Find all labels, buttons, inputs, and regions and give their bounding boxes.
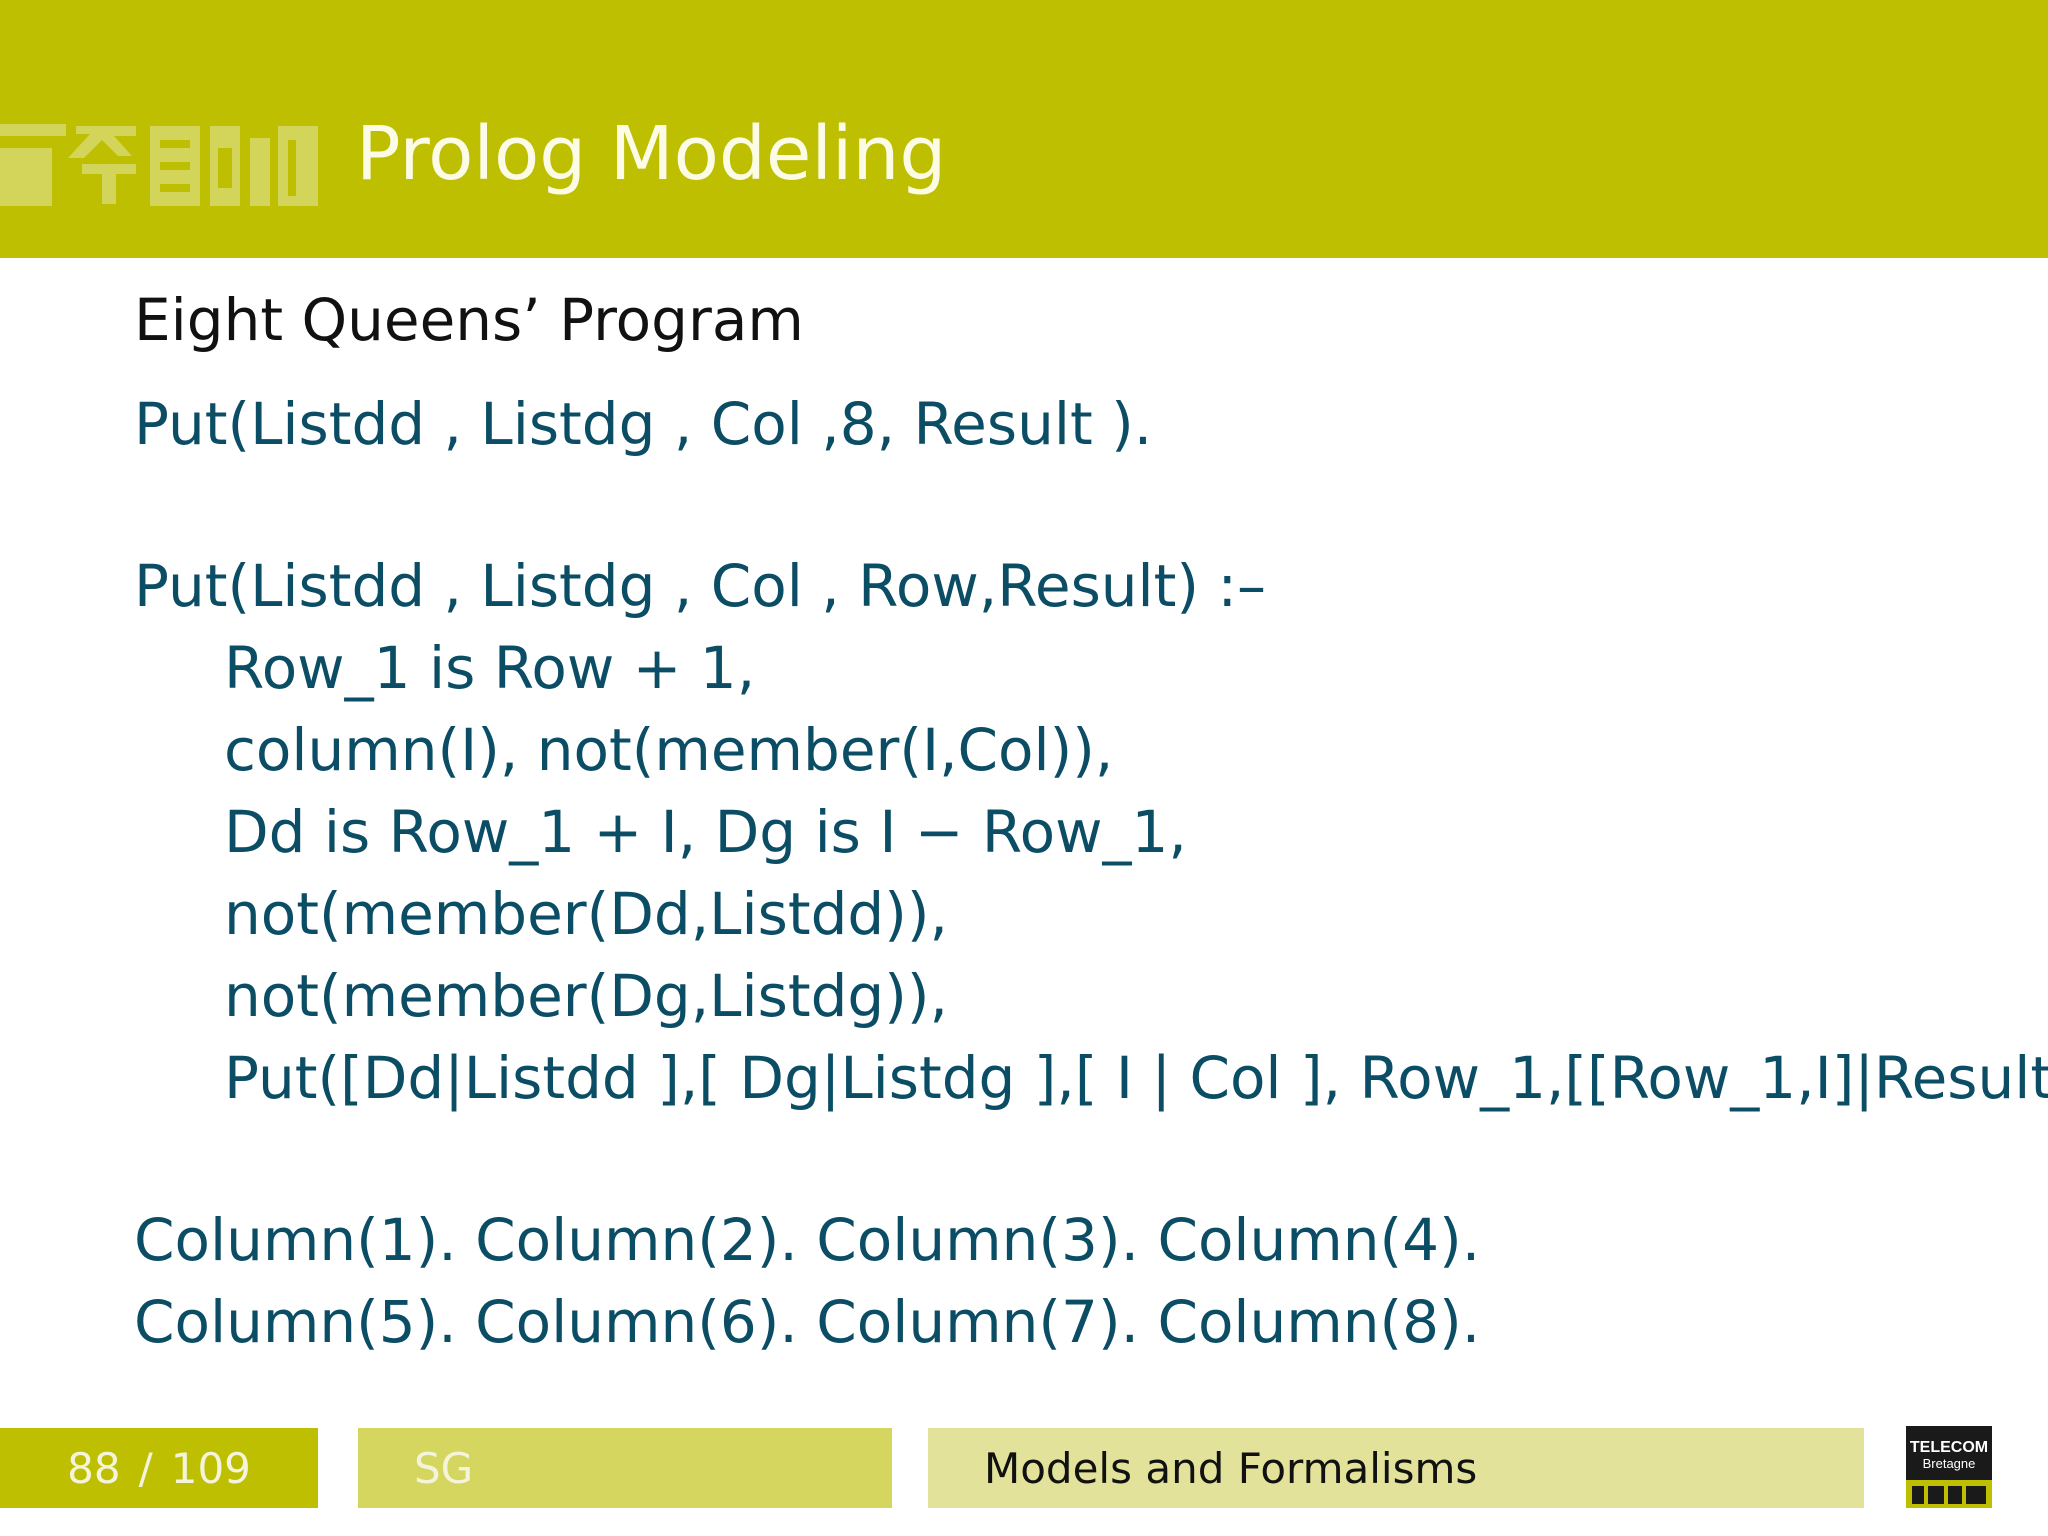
footer-course-box: Models and Formalisms [928,1428,1864,1508]
footer-course: Models and Formalisms [984,1443,1478,1493]
logo-text-top: TELECOM [1910,1439,1988,1456]
footer-author: SG [414,1443,474,1493]
logo-text-bottom: Bretagne [1923,1456,1976,1471]
school-watermark-logo [0,124,318,206]
code-line-facts-1: Column(1). Column(2). Column(3). Column(… [134,1206,1481,1274]
code-line-not-member-dd: not(member(Dd,Listdd)), [224,880,948,948]
slide-title: Prolog Modeling [356,111,947,197]
frame-subtitle: Eight Queens’ Program [134,286,804,354]
page-total: 109 [170,1443,251,1493]
page-current: 88 [67,1443,121,1493]
page-separator: / [138,1443,153,1493]
code-line-row-increment: Row_1 is Row + 1, [224,634,756,702]
code-line-facts-2: Column(5). Column(6). Column(7). Column(… [134,1288,1481,1356]
code-line-query: Put(Listdd , Listdg , Col ,8, Result ). [134,390,1153,458]
footer-author-box: SG [358,1428,892,1508]
code-line-column-check: column(I), not(member(I,Col)), [224,716,1114,784]
telecom-bretagne-logo: TELECOM Bretagne [1906,1426,1992,1508]
code-line-recursive-put: Put([Dd|Listdd ],[ Dg|Listdg ],[ I | Col… [224,1044,2048,1112]
slide-header: Prolog Modeling [0,0,2048,258]
code-line-not-member-dg: not(member(Dg,Listdg)), [224,962,948,1030]
code-line-rule-head: Put(Listdd , Listdg , Col , Row,Result) … [134,552,1267,620]
page-number-box: 88 / 109 [0,1428,318,1508]
code-line-diagonals: Dd is Row_1 + I, Dg is I − Row_1, [224,798,1187,866]
